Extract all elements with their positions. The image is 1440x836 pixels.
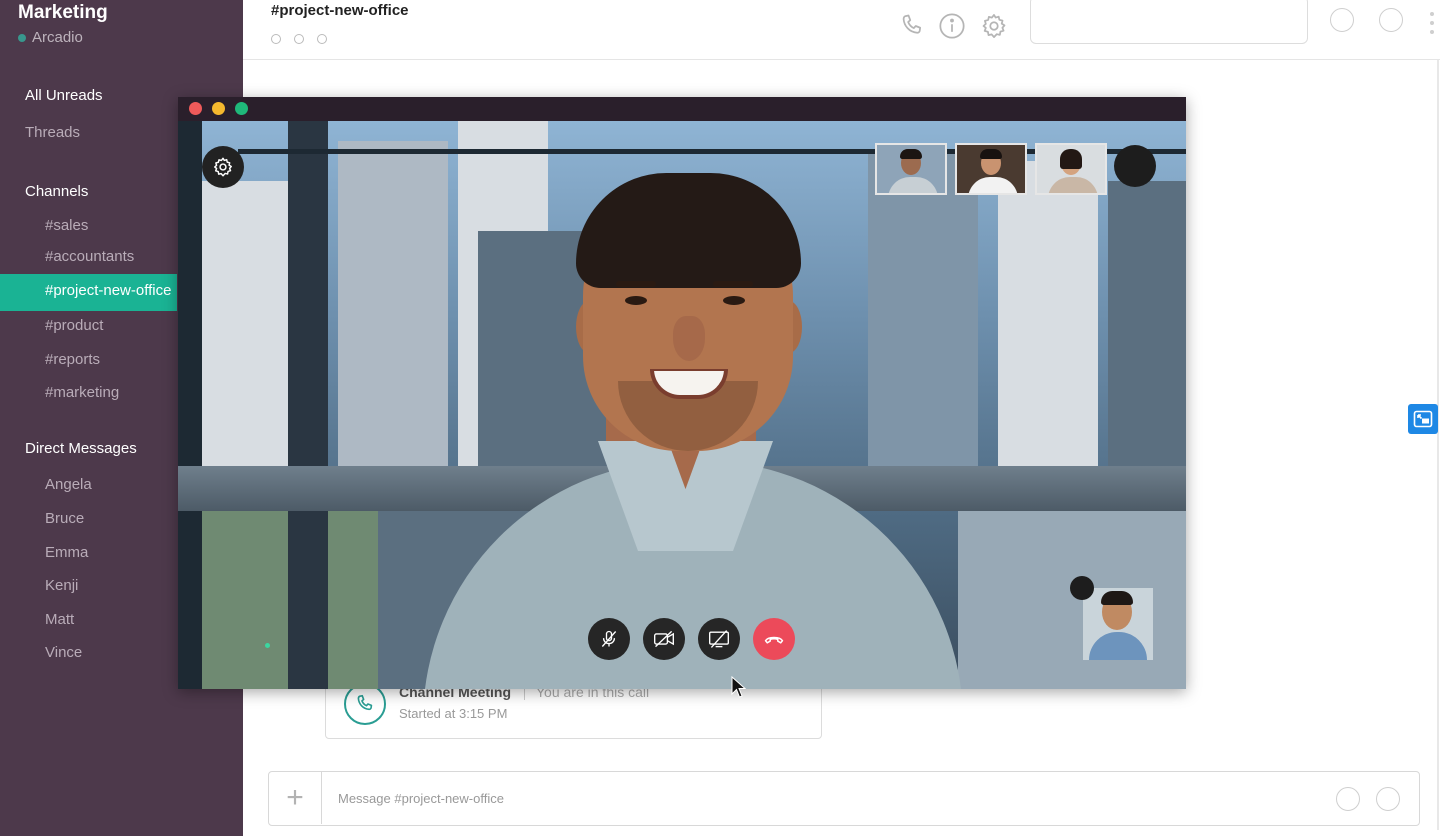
- participant-thumbnail[interactable]: [875, 143, 947, 195]
- video-window-titlebar[interactable]: [178, 97, 1186, 121]
- meta-dot-icon: [271, 34, 281, 44]
- team-name[interactable]: Marketing: [18, 2, 108, 24]
- more-participants-button[interactable]: [1114, 145, 1156, 187]
- meeting-start-time: Started at 3:15 PM: [399, 706, 508, 721]
- nav-all-unreads[interactable]: All Unreads: [25, 87, 103, 104]
- green-dot-icon: [265, 643, 270, 648]
- sidebar-item-reports[interactable]: #reports: [45, 351, 100, 368]
- channel-meta-dots: [271, 34, 327, 44]
- screen-share-off-icon: [709, 630, 729, 648]
- sidebar-item-marketing[interactable]: #marketing: [45, 384, 119, 401]
- dm-item-matt[interactable]: Matt: [45, 611, 74, 628]
- meta-dot-icon: [294, 34, 304, 44]
- current-user[interactable]: Arcadio: [18, 29, 83, 46]
- end-call-icon: [764, 636, 784, 644]
- channel-title[interactable]: #project-new-office: [271, 2, 409, 19]
- self-view-toggle-button[interactable]: [1070, 576, 1094, 600]
- message-composer[interactable]: + Message #project-new-office: [268, 771, 1420, 826]
- presence-dot-icon: [18, 33, 26, 42]
- video-off-icon: [654, 630, 674, 648]
- mouse-cursor-icon: [731, 676, 747, 698]
- sidebar-item-sales[interactable]: #sales: [45, 217, 88, 234]
- dm-item-kenji[interactable]: Kenji: [45, 577, 78, 594]
- close-window-button[interactable]: [189, 102, 202, 115]
- info-icon[interactable]: [938, 12, 966, 40]
- sidebar-item-accountants[interactable]: #accountants: [45, 248, 134, 265]
- channel-header: #project-new-office: [243, 0, 1440, 60]
- stars-icon[interactable]: [1379, 8, 1403, 32]
- main-video-feed: [178, 121, 1186, 689]
- mute-microphone-button[interactable]: [588, 618, 630, 660]
- screen-share-button[interactable]: [698, 618, 740, 660]
- search-input[interactable]: [1030, 0, 1308, 44]
- participant-thumbnail[interactable]: [955, 143, 1027, 195]
- meta-dot-icon: [317, 34, 327, 44]
- dm-item-bruce[interactable]: Bruce: [45, 510, 84, 527]
- phone-icon[interactable]: [898, 12, 926, 40]
- meeting-phone-icon: [344, 683, 386, 725]
- dm-item-emma[interactable]: Emma: [45, 544, 88, 561]
- user-name: Arcadio: [32, 29, 83, 46]
- picture-in-picture-icon[interactable]: [1408, 404, 1438, 434]
- self-view-video[interactable]: [1083, 588, 1153, 660]
- sidebar-item-project-new-office[interactable]: #project-new-office: [0, 274, 177, 311]
- mic-off-icon: [601, 630, 617, 647]
- maximize-window-button[interactable]: [235, 102, 248, 115]
- scrollbar-track[interactable]: [1437, 60, 1439, 830]
- message-input[interactable]: Message #project-new-office: [338, 791, 504, 806]
- nav-threads[interactable]: Threads: [25, 124, 80, 141]
- sidebar-item-product[interactable]: #product: [45, 317, 103, 334]
- more-menu-icon[interactable]: [1430, 12, 1434, 34]
- mentions-icon[interactable]: [1330, 8, 1354, 32]
- video-call-window[interactable]: [178, 97, 1186, 689]
- participant-thumbnail[interactable]: [1035, 143, 1107, 195]
- end-call-button[interactable]: [753, 618, 795, 660]
- app-window: Marketing Arcadio All Unreads Threads Ch…: [0, 0, 1440, 836]
- dm-item-vince[interactable]: Vince: [45, 644, 82, 661]
- channels-heading[interactable]: Channels: [25, 183, 88, 200]
- toggle-video-button[interactable]: [643, 618, 685, 660]
- gear-icon: [214, 157, 232, 177]
- emoji-icon[interactable]: [1376, 787, 1400, 811]
- sidebar-item-label: #project-new-office: [45, 282, 172, 299]
- minimize-window-button[interactable]: [212, 102, 225, 115]
- add-attachment-button[interactable]: +: [269, 772, 322, 824]
- mention-icon[interactable]: [1336, 787, 1360, 811]
- gear-icon[interactable]: [980, 12, 1008, 40]
- call-settings-button[interactable]: [202, 146, 244, 188]
- dm-item-angela[interactable]: Angela: [45, 476, 92, 493]
- dm-heading[interactable]: Direct Messages: [25, 440, 137, 457]
